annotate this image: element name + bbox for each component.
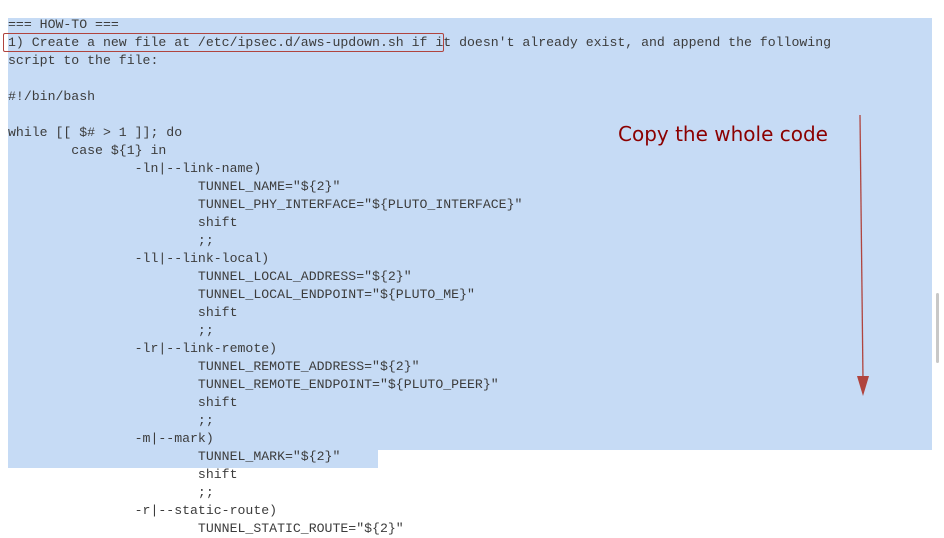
code-line: shift	[8, 215, 238, 230]
code-line: === HOW-TO ===	[8, 17, 119, 32]
code-line: #!/bin/bash	[8, 89, 96, 104]
annotation-label: Copy the whole code	[618, 122, 828, 146]
code-line: shift	[8, 305, 238, 320]
code-line: TUNNEL_REMOTE_ENDPOINT="${PLUTO_PEER}"	[8, 377, 499, 392]
code-line: -ll|--link-local)	[8, 251, 270, 266]
code-line: TUNNEL_NAME="${2}"	[8, 179, 341, 194]
code-line: TUNNEL_LOCAL_ENDPOINT="${PLUTO_ME}"	[8, 287, 475, 302]
code-line: -ln|--link-name)	[8, 161, 262, 176]
code-line: ;;	[8, 233, 214, 248]
code-block[interactable]: === HOW-TO === 1) Create a new file at /e…	[8, 16, 831, 538]
highlight-box	[3, 33, 444, 52]
code-line: -r|--static-route)	[8, 503, 278, 518]
code-line: script to the file:	[8, 53, 159, 68]
arrow-down-icon	[857, 114, 869, 396]
code-line: TUNNEL_LOCAL_ADDRESS="${2}"	[8, 269, 412, 284]
scrollbar-thumb[interactable]	[936, 293, 939, 363]
code-line: TUNNEL_PHY_INTERFACE="${PLUTO_INTERFACE}…	[8, 197, 523, 212]
code-line: -lr|--link-remote)	[8, 341, 278, 356]
code-line: ;;	[8, 485, 214, 500]
code-line: ;;	[8, 323, 214, 338]
code-line: TUNNEL_MARK="${2}"	[8, 449, 341, 464]
code-line: TUNNEL_STATIC_ROUTE="${2}"	[8, 521, 404, 536]
code-line: shift	[8, 467, 238, 482]
code-line: shift	[8, 395, 238, 410]
code-line: TUNNEL_REMOTE_ADDRESS="${2}"	[8, 359, 420, 374]
code-line: ;;	[8, 413, 214, 428]
code-line: -m|--mark)	[8, 431, 214, 446]
